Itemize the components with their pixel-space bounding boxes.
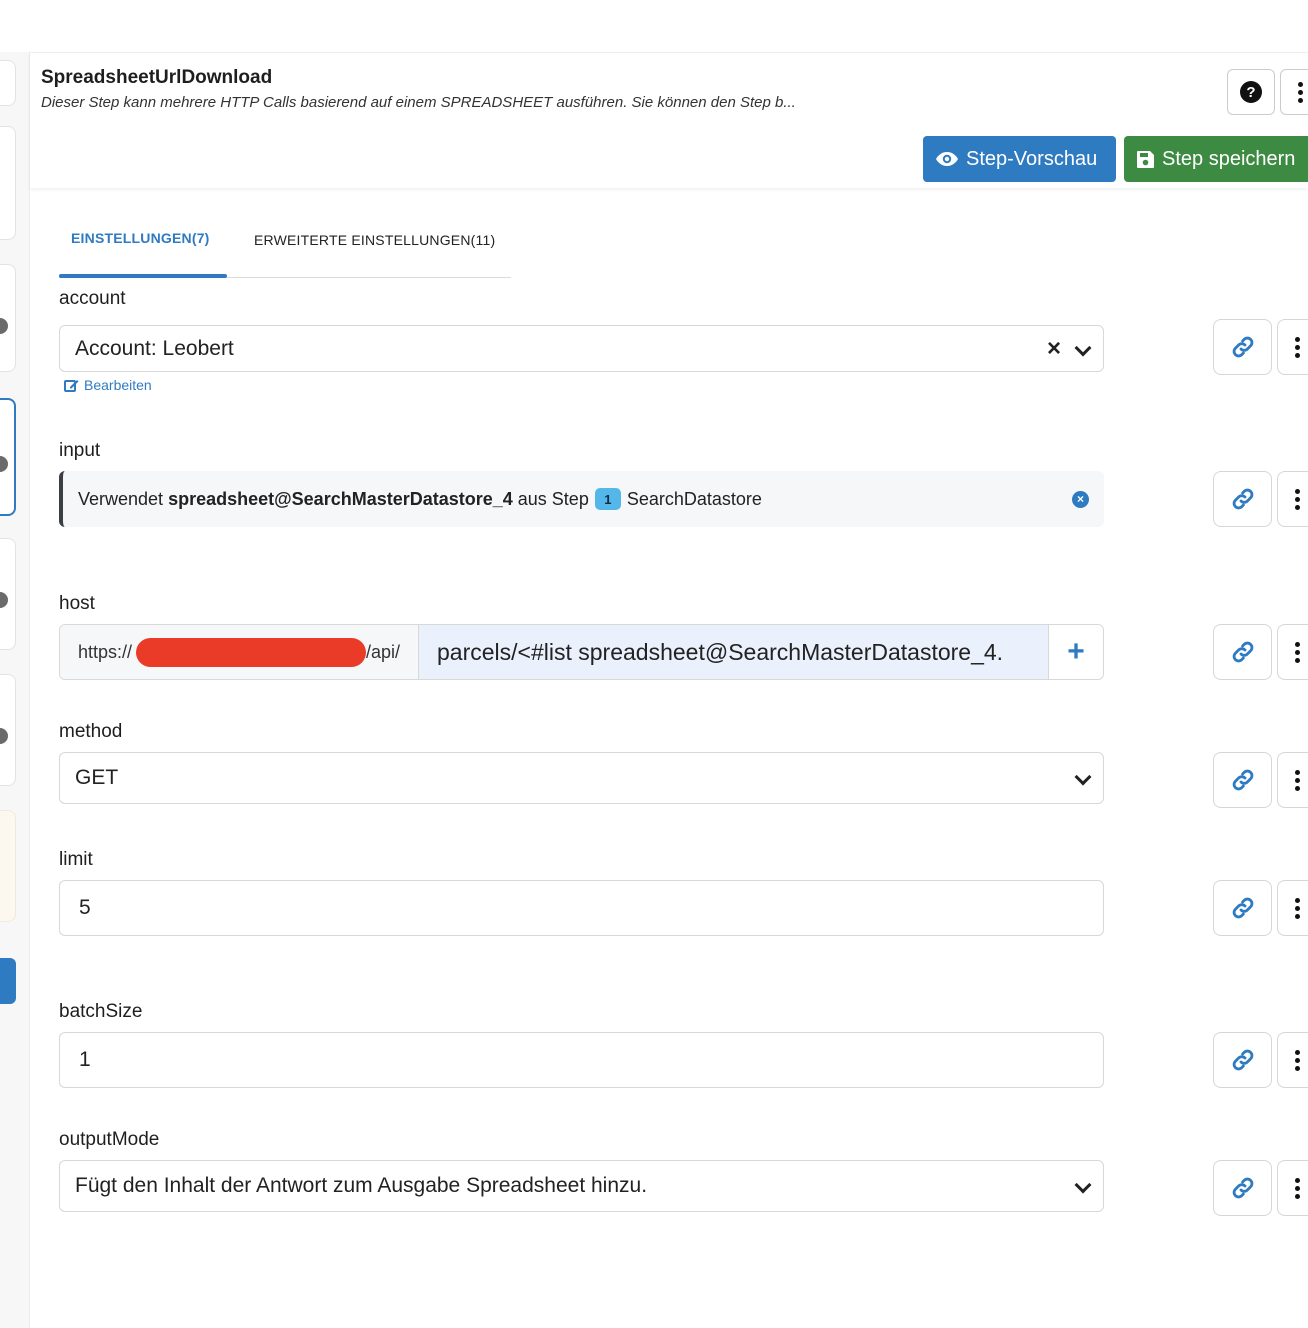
more-vertical-icon — [1297, 81, 1303, 103]
more-vertical-icon — [1294, 769, 1300, 791]
host-path-input[interactable]: parcels/<#list spreadsheet@SearchMasterD… — [419, 625, 1048, 679]
more-vertical-icon — [1294, 1049, 1300, 1071]
outputmode-label: outputMode — [59, 1129, 160, 1150]
link-variable-button[interactable] — [1213, 1032, 1272, 1088]
edit-icon — [64, 379, 79, 392]
step-number-badge: 1 — [594, 488, 621, 510]
eye-icon — [936, 152, 958, 166]
host-input-group: https:// /api/ parcels/<#list spreadshee… — [59, 624, 1104, 680]
redaction-mark — [136, 638, 366, 667]
input-middle-text: aus Step — [512, 488, 589, 509]
batchsize-input[interactable]: 1 — [59, 1032, 1104, 1088]
link-variable-button[interactable] — [1213, 752, 1272, 808]
step-card[interactable] — [0, 126, 16, 240]
settings-tabs: EINSTELLUNGEN(7) ERWEITERTE EINSTELLUNGE… — [59, 218, 511, 278]
input-label: input — [59, 440, 101, 461]
link-variable-button[interactable] — [1213, 880, 1272, 936]
host-prefix: https:// /api/ — [60, 625, 419, 679]
more-vertical-icon — [1294, 1177, 1300, 1199]
step-description: Dieser Step kann mehrere HTTP Calls basi… — [41, 94, 796, 111]
more-vertical-icon — [1294, 336, 1300, 358]
link-variable-button[interactable] — [1213, 471, 1272, 527]
limit-value: 5 — [79, 896, 91, 919]
tab-advanced-settings[interactable]: ERWEITERTE EINSTELLUNGEN(11) — [254, 232, 495, 248]
help-button[interactable]: ? — [1227, 69, 1275, 115]
edit-account-label: Bearbeiten — [84, 377, 152, 393]
method-value: GET — [75, 766, 119, 789]
host-label: host — [59, 593, 95, 614]
method-label: method — [59, 721, 123, 742]
input-variable-name: spreadsheet@SearchMasterDatastore_4 — [168, 488, 513, 509]
link-icon — [1232, 1177, 1253, 1199]
link-variable-button[interactable] — [1213, 624, 1272, 680]
step-preview-label: Step-Vorschau — [966, 147, 1098, 170]
outputmode-select[interactable]: Fügt den Inhalt der Antwort zum Ausgabe … — [59, 1160, 1104, 1212]
clear-icon[interactable]: × — [1047, 336, 1061, 361]
step-header: SpreadsheetUrlDownload Dieser Step kann … — [30, 52, 1308, 188]
more-vertical-icon — [1294, 488, 1300, 510]
link-variable-button[interactable] — [1213, 319, 1272, 375]
account-value: Account: Leobert — [75, 336, 234, 360]
more-vertical-icon — [1294, 641, 1300, 663]
batchsize-value: 1 — [79, 1048, 91, 1071]
active-tab-indicator — [59, 274, 227, 278]
link-icon — [1232, 769, 1253, 791]
account-label: account — [59, 288, 126, 309]
edit-account-link[interactable]: Bearbeiten — [64, 377, 152, 393]
add-step-button[interactable] — [0, 958, 16, 1004]
host-prefix-start: https:// — [78, 641, 133, 662]
chevron-down-icon[interactable] — [1075, 1179, 1089, 1193]
step-list-search[interactable] — [0, 60, 16, 106]
step-preview-button[interactable]: Step-Vorschau — [923, 136, 1116, 182]
more-options-button[interactable] — [1280, 69, 1308, 115]
batchsize-label: batchSize — [59, 1001, 143, 1022]
limit-label: limit — [59, 849, 93, 870]
link-icon — [1232, 641, 1253, 663]
link-icon — [1232, 488, 1253, 510]
outputmode-value: Fügt den Inhalt der Antwort zum Ausgabe … — [75, 1174, 648, 1197]
link-icon — [1232, 897, 1253, 919]
link-icon — [1232, 1049, 1253, 1071]
field-more-button[interactable] — [1277, 471, 1308, 527]
link-icon — [1232, 336, 1253, 358]
input-step-name: SearchDatastore — [626, 488, 762, 509]
input-reference: Verwendet spreadsheet@SearchMasterDatast… — [59, 471, 1104, 527]
step-save-label: Step speichern — [1162, 147, 1296, 170]
method-select[interactable]: GET — [59, 752, 1104, 804]
field-more-button[interactable] — [1277, 624, 1308, 680]
chevron-down-icon[interactable] — [1075, 342, 1089, 356]
close-circle-icon[interactable]: × — [1072, 490, 1089, 508]
step-list-strip — [0, 52, 30, 1328]
field-more-button[interactable] — [1277, 1032, 1308, 1088]
chevron-down-icon[interactable] — [1075, 771, 1089, 785]
field-more-button[interactable] — [1277, 752, 1308, 808]
tab-settings[interactable]: EINSTELLUNGEN(7) — [71, 230, 210, 246]
field-more-button[interactable] — [1277, 1160, 1308, 1216]
host-prefix-end: /api/ — [366, 641, 401, 662]
field-more-button[interactable] — [1277, 319, 1308, 375]
input-prefix-text: Verwendet — [78, 488, 169, 509]
plus-icon[interactable]: + — [1048, 625, 1103, 679]
step-save-button[interactable]: Step speichern — [1124, 136, 1308, 182]
question-circle-icon: ? — [1240, 81, 1262, 103]
step-title: SpreadsheetUrlDownload — [41, 67, 273, 88]
step-card-warning[interactable] — [0, 810, 16, 922]
more-vertical-icon — [1294, 897, 1300, 919]
field-more-button[interactable] — [1277, 880, 1308, 936]
limit-input[interactable]: 5 — [59, 880, 1104, 936]
account-select[interactable]: Account: Leobert × — [59, 325, 1104, 372]
link-variable-button[interactable] — [1213, 1160, 1272, 1216]
save-icon — [1137, 150, 1154, 168]
